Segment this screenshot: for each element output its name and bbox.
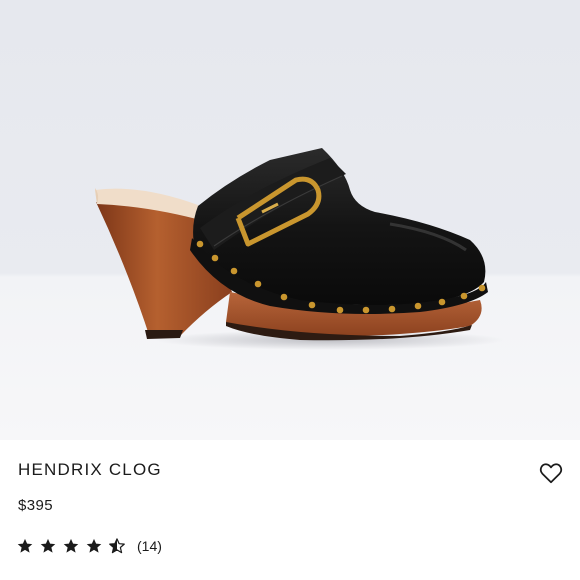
star-filled-icon	[40, 538, 56, 553]
product-image[interactable]	[0, 0, 580, 440]
star-filled-icon	[86, 538, 102, 553]
star-filled-icon	[63, 538, 79, 553]
star-half-icon	[109, 538, 125, 554]
clog-illustration	[95, 148, 505, 350]
review-count[interactable]: (14)	[137, 537, 162, 555]
rating[interactable]: (14)	[16, 536, 162, 556]
heart-outline-icon[interactable]	[538, 460, 564, 486]
product-title: HENDRIX CLOG	[18, 460, 162, 479]
favorite-button[interactable]	[538, 460, 564, 486]
star-filled-icon	[17, 538, 33, 553]
product-card: HENDRIX CLOG $395 (14)	[0, 0, 580, 580]
product-price: $395	[18, 497, 53, 514]
